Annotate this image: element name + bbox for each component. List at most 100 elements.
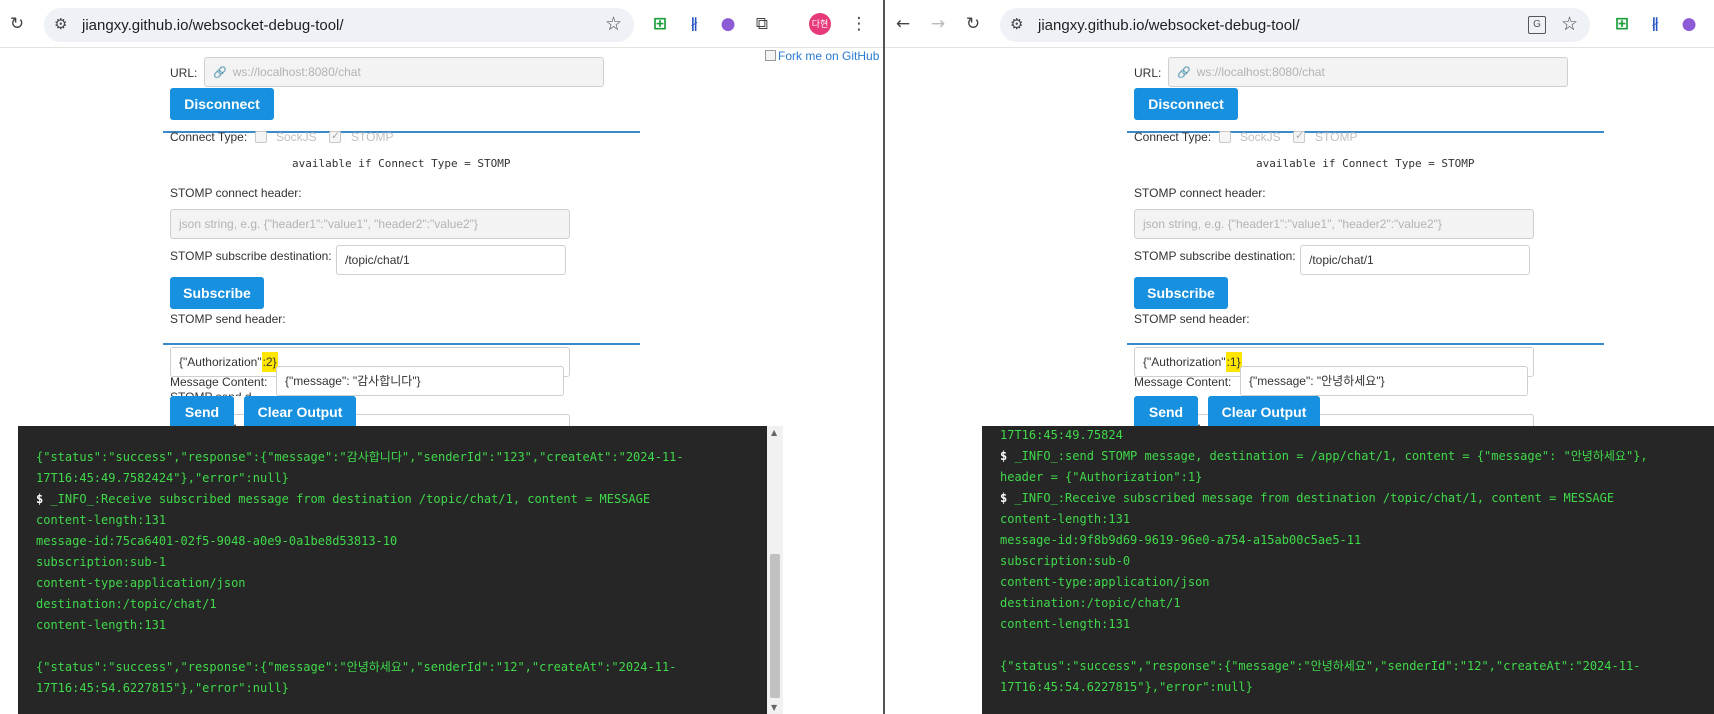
stomp-label: STOMP xyxy=(1315,130,1358,144)
console-line: destination:/topic/chat/1 xyxy=(1000,596,1181,610)
bookmark-star-icon[interactable]: ☆ xyxy=(1561,13,1578,35)
send-header-label: STOMP send header: xyxy=(1134,312,1250,326)
forward-arrow-icon[interactable]: → xyxy=(926,12,950,36)
connect-header-input[interactable]: json string, e.g. {"header1":"value1", "… xyxy=(1134,209,1534,239)
address-bar[interactable]: ⚙ jiangxy.github.io/websocket-debug-tool… xyxy=(1000,8,1590,42)
console-line: {"status":"success","response":{"message… xyxy=(36,660,677,674)
url-input[interactable]: 🔗 ws://localhost:8080/chat xyxy=(204,57,604,87)
url-label: URL: xyxy=(170,66,198,80)
console-line-text: _INFO_:Receive subscribed message from d… xyxy=(1007,491,1615,505)
console-line: 17T16:45:49.7582424"},"error":null} xyxy=(36,471,289,485)
url-placeholder: ws://localhost:8080/chat xyxy=(232,65,361,79)
console-line: destination:/topic/chat/1 xyxy=(36,597,217,611)
stomp-checkbox[interactable] xyxy=(329,129,341,143)
subscribe-button[interactable]: Subscribe xyxy=(1134,277,1228,309)
stomp-label: STOMP xyxy=(351,130,394,144)
extension-purple-drop-icon[interactable]: ● xyxy=(716,12,740,36)
url-label: URL: xyxy=(1134,66,1162,80)
clear-output-button[interactable]: Clear Output xyxy=(1208,396,1320,428)
fork-me-link[interactable]: Fork me on GitHub xyxy=(765,49,879,63)
send-button[interactable]: Send xyxy=(170,396,234,428)
section-divider xyxy=(1127,343,1604,345)
disconnect-button[interactable]: Disconnect xyxy=(1134,88,1238,120)
subscribe-dest-input[interactable]: /topic/chat/1 xyxy=(336,245,566,275)
console-line: content-length:131 xyxy=(36,618,167,632)
connect-header-label: STOMP connect header: xyxy=(1134,186,1266,200)
console-line: header = {"Authorization":1} xyxy=(1000,470,1203,484)
profile-avatar[interactable]: 다현 xyxy=(809,13,831,35)
message-content-label: Message Content: xyxy=(170,375,268,389)
console-line: content-length:131 xyxy=(1000,512,1131,526)
extension-green-plus-icon[interactable]: ⊞ xyxy=(1610,12,1634,36)
browser-toolbar: ↻ ⚙ jiangxy.github.io/websocket-debug-to… xyxy=(0,0,883,48)
output-console: 17T16:45:49.75824 $ _INFO_:send STOMP me… xyxy=(982,426,1714,714)
console-line: 17T16:45:54.6227815"},"error":null} xyxy=(36,681,289,695)
connect-type-label: Connect Type: xyxy=(1134,130,1212,144)
subscribe-button[interactable]: Subscribe xyxy=(170,277,264,309)
scroll-thumb[interactable] xyxy=(770,554,780,698)
browser-toolbar: ← → ↻ ⚙ jiangxy.github.io/websocket-debu… xyxy=(885,0,1714,48)
url-placeholder: ws://localhost:8080/chat xyxy=(1196,65,1325,79)
console-line: subscription:sub-1 xyxy=(36,555,167,569)
console-line: 17T16:45:54.6227815"},"error":null} xyxy=(1000,680,1253,694)
console-line: $ _INFO_:Receive subscribed message from… xyxy=(36,489,761,510)
scroll-down-icon[interactable]: ▼ xyxy=(771,703,777,712)
section-divider xyxy=(163,343,640,345)
sockjs-checkbox[interactable] xyxy=(255,131,267,143)
console-line: {"status":"success","response":{"message… xyxy=(36,450,684,464)
console-line: content-length:131 xyxy=(1000,617,1131,631)
disconnect-button[interactable]: Disconnect xyxy=(170,88,274,120)
console-line: content-type:application/json xyxy=(36,576,246,590)
sockjs-label: SockJS xyxy=(276,130,317,144)
back-arrow-icon[interactable]: ← xyxy=(891,12,915,36)
message-content-label: Message Content: xyxy=(1134,375,1232,389)
reload-icon[interactable]: ↻ xyxy=(961,12,985,36)
send-button[interactable]: Send xyxy=(1134,396,1198,428)
console-line: message-id:9f8b9d69-9619-96e0-a754-a15ab… xyxy=(1000,533,1362,547)
connect-type-label: Connect Type: xyxy=(170,130,248,144)
console-line-text: _INFO_:Receive subscribed message from d… xyxy=(43,492,651,506)
send-header-text: {"Authorization" xyxy=(179,355,262,369)
connect-header-label: STOMP connect header: xyxy=(170,186,302,200)
site-info-icon[interactable]: ⚙ xyxy=(54,15,67,33)
console-line: message-id:75ca6401-02f5-9048-a0e9-0a1be… xyxy=(36,534,398,548)
reload-icon[interactable]: ↻ xyxy=(5,12,29,36)
extension-green-plus-icon[interactable]: ⊞ xyxy=(648,12,672,36)
send-header-label: STOMP send header: xyxy=(170,312,286,326)
extensions-puzzle-icon[interactable]: ⧉ xyxy=(750,12,774,36)
console-line-group: $ _INFO_:send STOMP message, destination… xyxy=(1000,446,1714,698)
fork-text: Fork me on GitHub xyxy=(778,49,880,63)
sockjs-label: SockJS xyxy=(1240,130,1281,144)
console-lines: {"status":"success","response":{"message… xyxy=(36,447,761,699)
sockjs-checkbox[interactable] xyxy=(1219,131,1231,143)
message-content-input[interactable]: {"message": "안녕하세요"} xyxy=(1240,366,1528,396)
extension-purple-drop-icon[interactable]: ● xyxy=(1677,12,1701,36)
link-icon: 🔗 xyxy=(213,66,227,79)
translate-icon[interactable]: G xyxy=(1528,16,1546,34)
url-input[interactable]: 🔗 ws://localhost:8080/chat xyxy=(1168,57,1568,87)
subscribe-dest-label: STOMP subscribe destination: xyxy=(170,249,332,263)
clear-output-button[interactable]: Clear Output xyxy=(244,396,356,428)
extension-blue-icon[interactable]: ∦ xyxy=(682,12,706,36)
console-line: $ _INFO_:Receive subscribed message from… xyxy=(1000,488,1714,509)
console-scrollbar[interactable]: ▲ ▼ xyxy=(767,426,783,714)
address-bar[interactable]: ⚙ jiangxy.github.io/websocket-debug-tool… xyxy=(44,8,634,42)
output-console: {"status":"success","response":{"message… xyxy=(18,426,783,714)
stomp-checkbox[interactable] xyxy=(1293,129,1305,143)
console-line: {"status":"success","response":{"message… xyxy=(1000,659,1641,673)
subscribe-dest-label: STOMP subscribe destination: xyxy=(1134,249,1296,263)
subscribe-dest-input[interactable]: /topic/chat/1 xyxy=(1300,245,1530,275)
message-content-input[interactable]: {"message": "감사합니다"} xyxy=(276,366,564,396)
right-browser-window: ← → ↻ ⚙ jiangxy.github.io/websocket-debu… xyxy=(885,0,1714,714)
bookmark-star-icon[interactable]: ☆ xyxy=(605,13,622,35)
browser-menu-icon[interactable]: ⋮ xyxy=(847,12,871,36)
console-lines: 17T16:45:49.75824 $ _INFO_:send STOMP me… xyxy=(1000,426,1714,698)
site-info-icon[interactable]: ⚙ xyxy=(1010,15,1023,33)
left-browser-window: ↻ ⚙ jiangxy.github.io/websocket-debug-to… xyxy=(0,0,883,714)
scroll-up-icon[interactable]: ▲ xyxy=(771,428,777,437)
extension-blue-icon[interactable]: ∦ xyxy=(1643,12,1667,36)
connect-header-input[interactable]: json string, e.g. {"header1":"value1", "… xyxy=(170,209,570,239)
broken-image-icon xyxy=(765,50,776,61)
